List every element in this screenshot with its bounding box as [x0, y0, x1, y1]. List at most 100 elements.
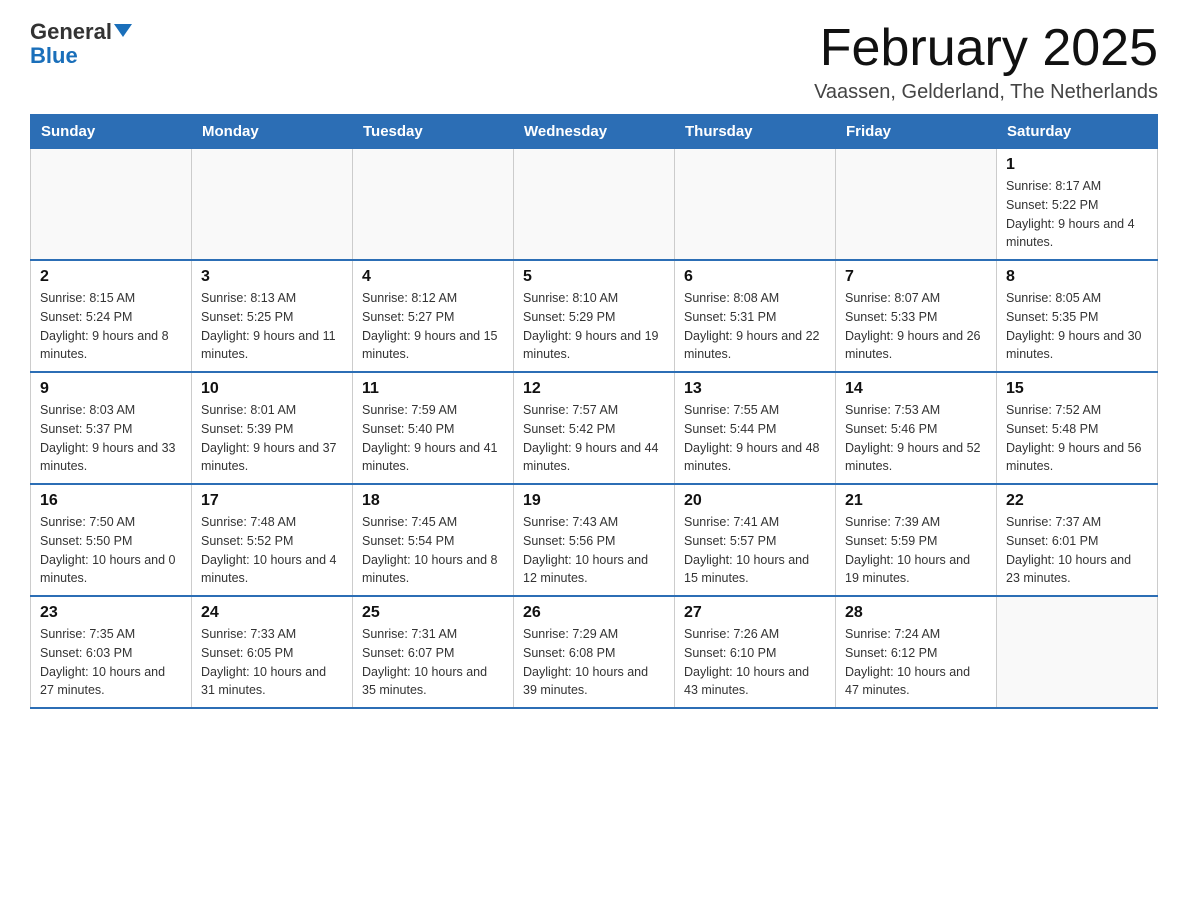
day-info: Sunrise: 7:37 AMSunset: 6:01 PMDaylight:… [1006, 513, 1148, 588]
calendar-day-cell: 11Sunrise: 7:59 AMSunset: 5:40 PMDayligh… [353, 372, 514, 484]
day-number: 17 [201, 492, 343, 510]
day-info: Sunrise: 8:10 AMSunset: 5:29 PMDaylight:… [523, 289, 665, 364]
calendar-day-cell: 12 Sunrise: 7:57 AMSunset: 5:42 PMDayligh… [514, 372, 675, 484]
day-number: 21 [845, 492, 987, 510]
day-number: 25 [362, 604, 504, 622]
calendar-day-cell [192, 149, 353, 261]
day-info: Sunrise: 7:33 AMSunset: 6:05 PMDaylight:… [201, 625, 343, 700]
calendar-day-cell: 2 Sunrise: 8:15 AMSunset: 5:24 PMDaylight… [31, 260, 192, 372]
location-title: Vaassen, Gelderland, The Netherlands [814, 81, 1158, 104]
calendar-day-cell: 21 Sunrise: 7:39 AMSunset: 5:59 PMDayligh… [836, 484, 997, 596]
calendar-day-cell: 16Sunrise: 7:50 AMSunset: 5:50 PMDayligh… [31, 484, 192, 596]
calendar-day-cell: 25 Sunrise: 7:31 AMSunset: 6:07 PMDayligh… [353, 596, 514, 708]
day-info: Sunrise: 7:35 AMSunset: 6:03 PMDaylight:… [40, 625, 182, 700]
calendar-day-cell [353, 149, 514, 261]
day-number: 19 [523, 492, 665, 510]
day-number: 27 [684, 604, 826, 622]
calendar-day-cell: 6 Sunrise: 8:08 AMSunset: 5:31 PMDaylight… [675, 260, 836, 372]
day-info: Sunrise: 7:57 AMSunset: 5:42 PMDaylight:… [523, 401, 665, 476]
day-number: 3 [201, 268, 343, 286]
calendar-day-cell: 10Sunrise: 8:01 AMSunset: 5:39 PMDayligh… [192, 372, 353, 484]
day-info: Sunrise: 7:52 AMSunset: 5:48 PMDaylight:… [1006, 401, 1148, 476]
day-number: 20 [684, 492, 826, 510]
day-of-week-header: Saturday [997, 115, 1158, 149]
logo-blue: Blue [30, 44, 78, 68]
calendar-day-cell: 17 Sunrise: 7:48 AMSunset: 5:52 PMDayligh… [192, 484, 353, 596]
day-info: Sunrise: 8:05 AMSunset: 5:35 PMDaylight:… [1006, 289, 1148, 364]
calendar-day-cell: 13 Sunrise: 7:55 AMSunset: 5:44 PMDayligh… [675, 372, 836, 484]
calendar-day-cell: 23 Sunrise: 7:35 AMSunset: 6:03 PMDayligh… [31, 596, 192, 708]
day-number: 6 [684, 268, 826, 286]
calendar-header-row: SundayMondayTuesdayWednesdayThursdayFrid… [31, 115, 1158, 149]
day-info: Sunrise: 8:03 AMSunset: 5:37 PMDaylight:… [40, 401, 182, 476]
month-title: February 2025 [814, 20, 1158, 77]
calendar-day-cell: 27Sunrise: 7:26 AMSunset: 6:10 PMDayligh… [675, 596, 836, 708]
calendar-day-cell: 18 Sunrise: 7:45 AMSunset: 5:54 PMDayligh… [353, 484, 514, 596]
day-info: Sunrise: 7:48 AMSunset: 5:52 PMDaylight:… [201, 513, 343, 588]
calendar-day-cell: 3 Sunrise: 8:13 AMSunset: 5:25 PMDaylight… [192, 260, 353, 372]
day-info: Sunrise: 7:55 AMSunset: 5:44 PMDaylight:… [684, 401, 826, 476]
calendar-day-cell: 20Sunrise: 7:41 AMSunset: 5:57 PMDayligh… [675, 484, 836, 596]
day-info: Sunrise: 7:24 AMSunset: 6:12 PMDaylight:… [845, 625, 987, 700]
day-info: Sunrise: 7:45 AMSunset: 5:54 PMDaylight:… [362, 513, 504, 588]
day-number: 26 [523, 604, 665, 622]
calendar-day-cell: 1 Sunrise: 8:17 AMSunset: 5:22 PMDaylight… [997, 149, 1158, 261]
day-info: Sunrise: 8:08 AMSunset: 5:31 PMDaylight:… [684, 289, 826, 364]
calendar-day-cell: 19 Sunrise: 7:43 AMSunset: 5:56 PMDayligh… [514, 484, 675, 596]
day-info: Sunrise: 7:43 AMSunset: 5:56 PMDaylight:… [523, 513, 665, 588]
day-number: 2 [40, 268, 182, 286]
day-number: 13 [684, 380, 826, 398]
day-of-week-header: Tuesday [353, 115, 514, 149]
day-number: 8 [1006, 268, 1148, 286]
title-block: February 2025 Vaassen, Gelderland, The N… [814, 20, 1158, 104]
logo-general: General [30, 20, 112, 44]
calendar-week-row: 23 Sunrise: 7:35 AMSunset: 6:03 PMDayligh… [31, 596, 1158, 708]
day-number: 24 [201, 604, 343, 622]
day-number: 14 [845, 380, 987, 398]
calendar-day-cell [997, 596, 1158, 708]
day-of-week-header: Monday [192, 115, 353, 149]
day-info: Sunrise: 8:12 AMSunset: 5:27 PMDaylight:… [362, 289, 504, 364]
day-info: Sunrise: 8:15 AMSunset: 5:24 PMDaylight:… [40, 289, 182, 364]
calendar-table: SundayMondayTuesdayWednesdayThursdayFrid… [30, 114, 1158, 709]
day-of-week-header: Friday [836, 115, 997, 149]
calendar-day-cell: 26 Sunrise: 7:29 AMSunset: 6:08 PMDayligh… [514, 596, 675, 708]
calendar-week-row: 9Sunrise: 8:03 AMSunset: 5:37 PMDaylight… [31, 372, 1158, 484]
calendar-day-cell: 28 Sunrise: 7:24 AMSunset: 6:12 PMDayligh… [836, 596, 997, 708]
day-of-week-header: Wednesday [514, 115, 675, 149]
day-number: 22 [1006, 492, 1148, 510]
calendar-day-cell: 15 Sunrise: 7:52 AMSunset: 5:48 PMDayligh… [997, 372, 1158, 484]
calendar-day-cell [836, 149, 997, 261]
day-info: Sunrise: 8:17 AMSunset: 5:22 PMDaylight:… [1006, 177, 1148, 252]
day-number: 11 [362, 380, 504, 398]
day-number: 12 [523, 380, 665, 398]
calendar-day-cell [31, 149, 192, 261]
day-info: Sunrise: 7:31 AMSunset: 6:07 PMDaylight:… [362, 625, 504, 700]
day-info: Sunrise: 7:39 AMSunset: 5:59 PMDaylight:… [845, 513, 987, 588]
day-number: 15 [1006, 380, 1148, 398]
day-number: 28 [845, 604, 987, 622]
day-info: Sunrise: 8:07 AMSunset: 5:33 PMDaylight:… [845, 289, 987, 364]
day-info: Sunrise: 7:29 AMSunset: 6:08 PMDaylight:… [523, 625, 665, 700]
calendar-day-cell: 4Sunrise: 8:12 AMSunset: 5:27 PMDaylight… [353, 260, 514, 372]
logo: General Blue [30, 20, 132, 68]
calendar-day-cell: 5 Sunrise: 8:10 AMSunset: 5:29 PMDaylight… [514, 260, 675, 372]
day-info: Sunrise: 8:13 AMSunset: 5:25 PMDaylight:… [201, 289, 343, 364]
calendar-day-cell [514, 149, 675, 261]
logo-triangle-icon [114, 24, 132, 37]
day-number: 1 [1006, 156, 1148, 174]
calendar-day-cell: 14Sunrise: 7:53 AMSunset: 5:46 PMDayligh… [836, 372, 997, 484]
calendar-day-cell: 9Sunrise: 8:03 AMSunset: 5:37 PMDaylight… [31, 372, 192, 484]
calendar-day-cell: 8 Sunrise: 8:05 AMSunset: 5:35 PMDaylight… [997, 260, 1158, 372]
day-number: 7 [845, 268, 987, 286]
calendar-week-row: 2 Sunrise: 8:15 AMSunset: 5:24 PMDaylight… [31, 260, 1158, 372]
day-number: 18 [362, 492, 504, 510]
page-header: General Blue February 2025 Vaassen, Geld… [30, 20, 1158, 104]
day-number: 5 [523, 268, 665, 286]
calendar-day-cell: 24 Sunrise: 7:33 AMSunset: 6:05 PMDayligh… [192, 596, 353, 708]
day-number: 23 [40, 604, 182, 622]
calendar-week-row: 1 Sunrise: 8:17 AMSunset: 5:22 PMDaylight… [31, 149, 1158, 261]
day-of-week-header: Thursday [675, 115, 836, 149]
calendar-day-cell: 7 Sunrise: 8:07 AMSunset: 5:33 PMDaylight… [836, 260, 997, 372]
calendar-week-row: 16Sunrise: 7:50 AMSunset: 5:50 PMDayligh… [31, 484, 1158, 596]
